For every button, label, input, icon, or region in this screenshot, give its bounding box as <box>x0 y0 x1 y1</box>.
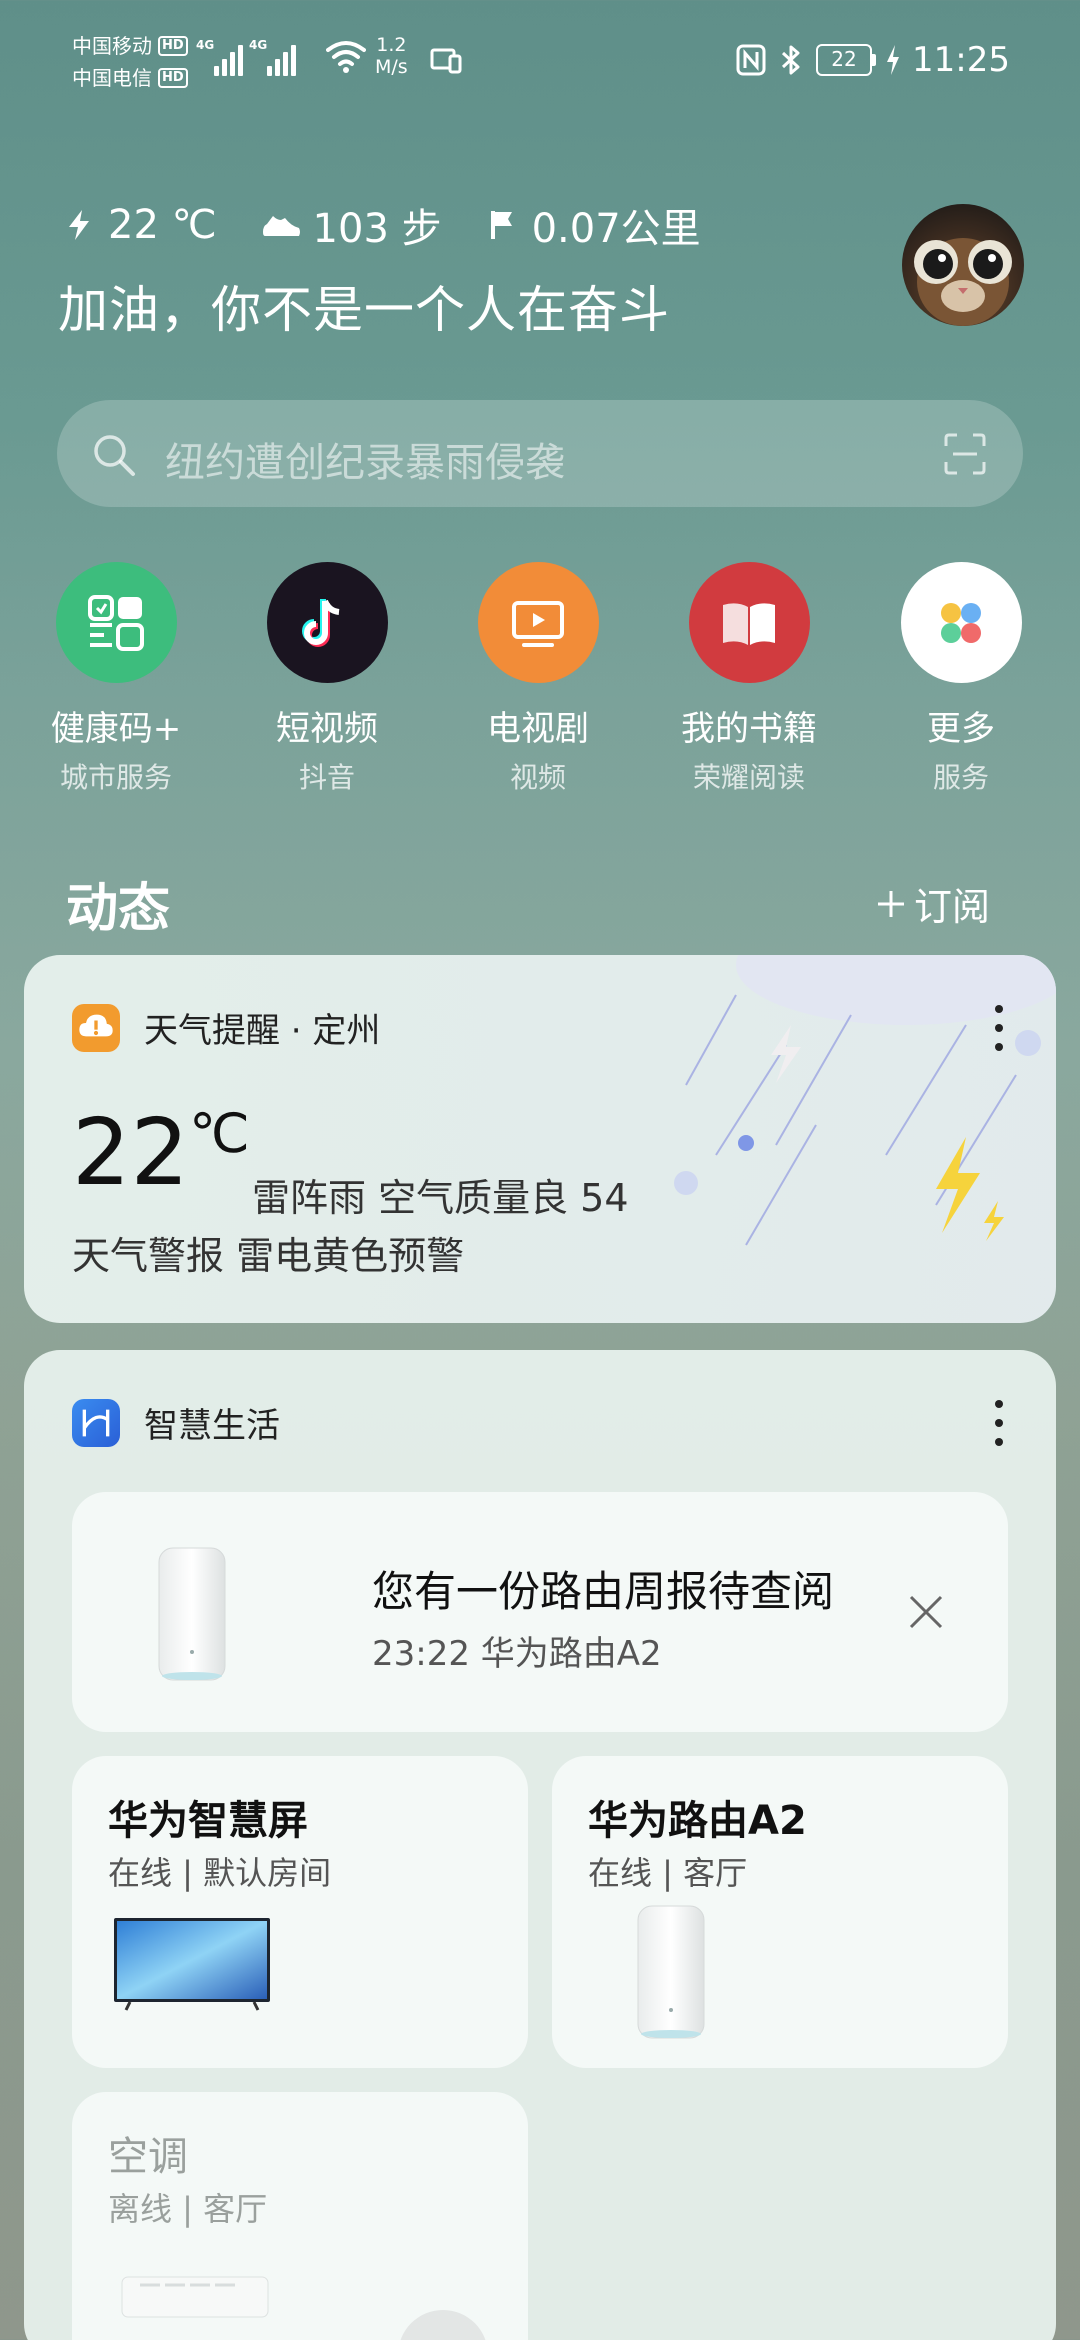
notice-title: 您有一份路由周报待查阅 <box>372 1567 835 1616</box>
app-label: 我的书籍 <box>681 709 817 749</box>
shoe-icon <box>262 216 300 236</box>
app-sublabel: 荣耀阅读 <box>692 761 805 794</box>
app-label: 电视剧 <box>487 709 589 749</box>
carrier-info: 中国移动 HD 中国电信 HD <box>72 30 188 94</box>
battery-icon: 22 <box>816 44 877 76</box>
motto-text: 加油，你不是一个人在奋斗 <box>58 281 670 339</box>
smart-screen-image <box>114 1918 270 2011</box>
network-speed: 1.2 M/s <box>375 34 408 78</box>
weather-card[interactable]: 天气提醒 · 定州 22℃ 雷阵雨 空气质量良 54 天气警报 雷电黄色预警 <box>24 955 1056 1323</box>
nfc-icon <box>736 44 766 76</box>
device-card-air-conditioner[interactable]: 空调 离线 | 客厅 <box>72 2092 528 2340</box>
weather-card-title: 天气提醒 · 定州 <box>144 1011 381 1051</box>
router-image <box>158 1547 226 1681</box>
signal-icons: 4G 4G <box>196 36 296 76</box>
status-right: 22 11:25 <box>736 40 1010 80</box>
router-report-notice[interactable]: 您有一份路由周报待查阅 23:22 华为路由A2 <box>72 1492 1008 1732</box>
hd-badge: HD <box>158 68 188 88</box>
air-conditioner-image <box>121 2276 269 2318</box>
steps-stat: 103 步 <box>261 196 442 254</box>
weather-description: 雷阵雨 空气质量良 54 <box>252 1176 629 1220</box>
app-my-books[interactable]: 我的书籍 荣耀阅读 <box>659 562 839 796</box>
carrier-1: 中国移动 <box>72 34 152 58</box>
plus-icon <box>877 890 904 917</box>
status-bar: 中国移动 HD 中国电信 HD 4G 4G 1.2 M/s 22 11:25 <box>0 0 1080 120</box>
device-status: 在线 | 默认房间 <box>108 1854 332 1892</box>
cat-avatar-image <box>914 238 1012 326</box>
cast-icon <box>430 48 462 74</box>
tiktok-icon <box>302 598 340 647</box>
app-icon-bg <box>688 562 810 683</box>
weather-temperature: 22℃ <box>72 1099 250 1206</box>
bluetooth-icon <box>781 45 800 75</box>
feed-title: 动态 <box>66 879 171 939</box>
wifi-icon <box>326 41 366 73</box>
more-apps-icon <box>941 602 981 643</box>
device-name: 华为路由A2 <box>588 1798 807 1844</box>
signal-1-icon: 4G <box>196 36 243 76</box>
app-sublabel: 视频 <box>509 761 566 794</box>
search-bar[interactable]: 纽约遭创纪录暴雨侵袭 <box>57 400 1023 507</box>
bolt-icon <box>69 210 89 240</box>
thunderstorm-illustration <box>674 955 1056 1246</box>
app-label: 健康码+ <box>50 709 182 749</box>
app-icon-bg <box>55 562 177 683</box>
app-sublabel: 服务 <box>932 761 989 794</box>
scan-icon[interactable] <box>943 432 987 476</box>
more-options-icon[interactable] <box>994 1003 1004 1053</box>
search-icon <box>94 435 135 476</box>
app-more[interactable]: 更多 服务 <box>871 562 1051 796</box>
flag-icon <box>490 211 512 239</box>
weather-alert-icon <box>72 1003 120 1052</box>
weather-card-header: 天气提醒 · 定州 <box>72 1003 380 1052</box>
smart-life-icon <box>72 1398 120 1447</box>
close-icon[interactable] <box>908 1594 944 1630</box>
router-image <box>637 1905 705 2039</box>
app-icon-bg <box>900 562 1022 683</box>
device-name: 华为智慧屏 <box>108 1798 308 1844</box>
power-icon <box>423 2335 463 2340</box>
smart-life-header: 智慧生活 <box>72 1398 280 1447</box>
smart-life-card: 智慧生活 您有一份路由周报待查阅 23:22 华为路由A2 华为智慧屏 在线 |… <box>24 1350 1056 2340</box>
device-card-router[interactable]: 华为路由A2 在线 | 客厅 <box>552 1756 1008 2068</box>
app-label: 更多 <box>927 709 995 749</box>
app-label: 短视频 <box>276 709 378 749</box>
tv-icon <box>512 600 564 647</box>
notice-subtitle: 23:22 华为路由A2 <box>372 1634 662 1674</box>
app-sublabel: 抖音 <box>298 761 355 794</box>
app-tv-drama[interactable]: 电视剧 视频 <box>448 562 628 796</box>
app-icon-bg <box>477 562 599 683</box>
search-input[interactable]: 纽约遭创纪录暴雨侵袭 <box>165 430 565 488</box>
subscribe-button[interactable]: 订阅 <box>876 876 990 931</box>
app-health-code[interactable]: 健康码+ 城市服务 <box>26 562 206 796</box>
weather-alert-text: 天气警报 雷电黄色预警 <box>72 1234 465 1278</box>
device-card-smart-screen[interactable]: 华为智慧屏 在线 | 默认房间 <box>72 1756 528 2068</box>
power-button[interactable] <box>398 2310 488 2340</box>
charging-icon <box>887 45 900 75</box>
hd-badge: HD <box>158 36 188 56</box>
distance-stat: 0.07公里 <box>486 196 701 254</box>
more-options-icon[interactable] <box>994 1398 1004 1448</box>
health-code-icon <box>88 594 144 651</box>
signal-2-icon: 4G <box>249 36 296 76</box>
device-status: 在线 | 客厅 <box>588 1854 748 1892</box>
subscribe-label: 订阅 <box>913 885 990 929</box>
app-short-video[interactable]: 短视频 抖音 <box>237 562 417 796</box>
clock: 11:25 <box>912 40 1010 80</box>
device-status: 离线 | 客厅 <box>108 2190 268 2228</box>
app-icon-bg <box>266 562 388 683</box>
avatar[interactable] <box>902 204 1024 326</box>
app-sublabel: 城市服务 <box>59 761 172 794</box>
temperature-stat: 22 ℃ <box>62 202 217 248</box>
book-icon <box>723 602 775 645</box>
smart-life-title: 智慧生活 <box>144 1406 280 1446</box>
device-name: 空调 <box>108 2134 188 2180</box>
carrier-2: 中国电信 <box>72 66 152 90</box>
stats-row: 22 ℃ 103 步 0.07公里 <box>62 196 745 254</box>
